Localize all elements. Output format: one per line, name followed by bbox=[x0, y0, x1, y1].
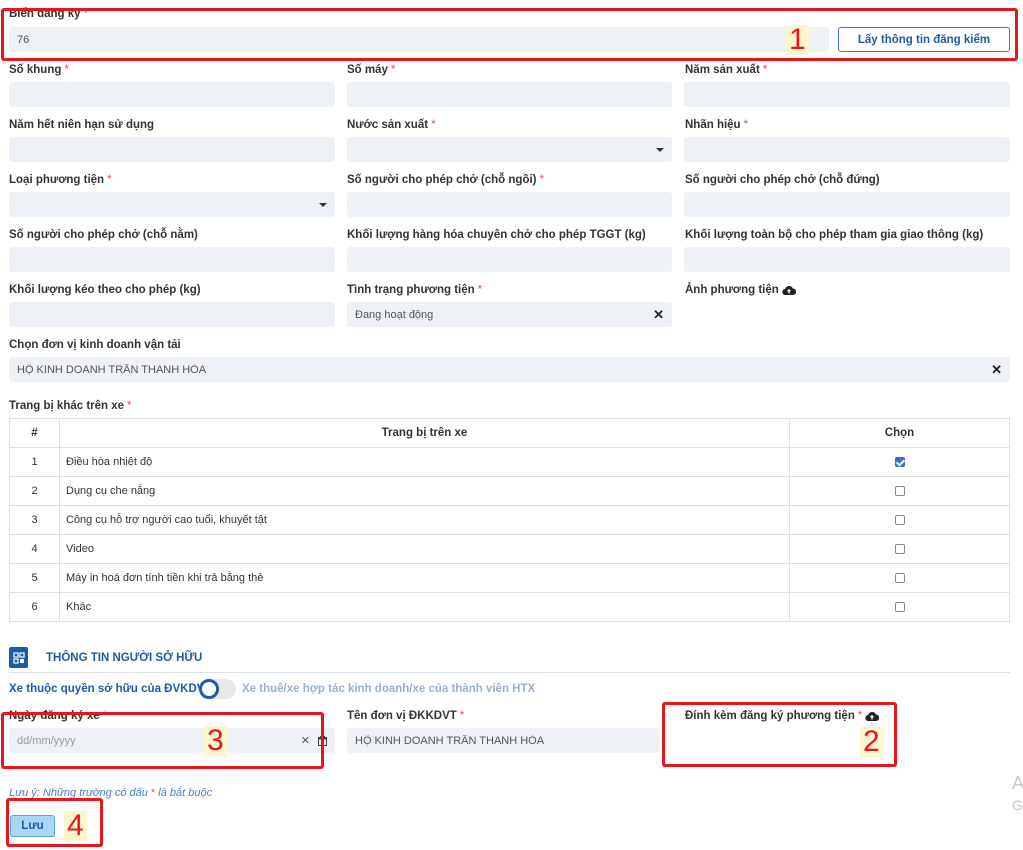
row-checkbox[interactable] bbox=[894, 486, 905, 497]
reg-date-label: Ngày đăng ký xe * bbox=[9, 710, 108, 722]
col-header-equipment: Trang bị trên xe bbox=[59, 418, 790, 448]
col-header-number: # bbox=[9, 418, 60, 448]
vehicle-type-label: Loại phương tiện * bbox=[9, 174, 112, 186]
row-checkbox[interactable] bbox=[894, 602, 905, 613]
clear-date-icon[interactable]: ✕ bbox=[301, 734, 310, 747]
caret-down-icon bbox=[319, 202, 327, 207]
required-note: Lưu ý: Những trường có dấu * là bắt buộc bbox=[9, 787, 213, 799]
brand-input[interactable] bbox=[684, 137, 1010, 162]
toggle-knob bbox=[199, 679, 219, 699]
ownership-toggle[interactable] bbox=[199, 679, 236, 699]
row-equipment-name: Điều hòa nhiệt độ bbox=[59, 447, 790, 477]
annotation-label-4: 4 bbox=[64, 811, 87, 841]
calendar-icon[interactable] bbox=[318, 735, 327, 746]
clear-icon[interactable]: ✕ bbox=[991, 362, 1002, 378]
seats-sitting-label: Số người cho phép chở (chỗ ngồi) * bbox=[347, 174, 544, 186]
cargo-weight-label: Khối lượng hàng hóa chuyên chở cho phép … bbox=[347, 229, 646, 241]
seats-standing-label: Số người cho phép chở (chỗ đứng) bbox=[685, 174, 880, 186]
row-checkbox[interactable] bbox=[894, 573, 905, 584]
equipment-table: # Trang bị trên xe Chọn 1 Điều hòa nhiệt… bbox=[9, 418, 1010, 622]
toggle-left-label: Xe thuộc quyền sở hữu của ĐVKDVT bbox=[9, 683, 212, 695]
grid-icon bbox=[12, 651, 25, 664]
total-weight-label: Khối lượng toàn bộ cho phép tham gia gia… bbox=[685, 229, 984, 241]
row-equipment-name: Công cụ hỗ trợ người cao tuổi, khuyết tậ… bbox=[59, 505, 790, 535]
expiry-year-input[interactable] bbox=[9, 137, 335, 162]
section-icon bbox=[9, 647, 28, 668]
annotation-label-2: 2 bbox=[860, 727, 883, 757]
total-weight-input[interactable] bbox=[684, 247, 1010, 272]
expiry-year-label: Năm hết niên hạn sử dụng bbox=[9, 119, 155, 131]
table-header-row: # Trang bị trên xe Chọn bbox=[9, 418, 1010, 448]
row-number: 6 bbox=[9, 592, 60, 622]
row-number: 4 bbox=[9, 534, 60, 564]
seats-lying-input[interactable] bbox=[9, 247, 335, 272]
table-row: 5 Máy in hoá đơn tính tiền khi trả bằng … bbox=[9, 563, 1010, 593]
fetch-registry-button[interactable]: Lấy thông tin đăng kiểm bbox=[838, 27, 1010, 52]
table-row: 2 Dụng cụ che nắng bbox=[9, 476, 1010, 506]
annotation-label-1: 1 bbox=[786, 25, 809, 55]
section-divider bbox=[9, 672, 1010, 673]
brand-label: Nhãn hiệu * bbox=[685, 119, 749, 131]
status-select[interactable]: Đang hoạt động ✕ bbox=[347, 302, 672, 327]
cloud-upload-icon bbox=[782, 285, 796, 295]
seats-sitting-input[interactable] bbox=[347, 192, 672, 217]
table-row: 4 Video bbox=[9, 534, 1010, 564]
attach-registration[interactable]: Đính kèm đăng ký phương tiện * bbox=[685, 710, 880, 722]
tow-weight-label: Khối lượng kéo theo cho phép (kg) bbox=[9, 284, 201, 296]
row-number: 3 bbox=[9, 505, 60, 535]
cloud-upload-icon bbox=[865, 711, 880, 721]
engine-label: Số máy * bbox=[347, 64, 396, 76]
equipment-label: Trang bị khác trên xe * bbox=[9, 400, 132, 412]
plate-input[interactable]: 76 bbox=[9, 27, 829, 52]
watermark-letter: A bbox=[1012, 773, 1023, 793]
chassis-input[interactable] bbox=[9, 82, 335, 107]
seats-lying-label: Số người cho phép chở (chỗ nằm) bbox=[9, 229, 198, 241]
chassis-label: Số khung * bbox=[9, 64, 69, 76]
row-equipment-name: Dụng cụ che nắng bbox=[59, 476, 790, 506]
row-checkbox[interactable] bbox=[894, 544, 905, 555]
business-unit-label: Chọn đơn vị kinh doanh vận tải bbox=[9, 339, 181, 351]
owner-section-title: THÔNG TIN NGƯỜI SỞ HỮU bbox=[46, 652, 203, 664]
annotation-label-3: 3 bbox=[204, 726, 227, 756]
row-number: 1 bbox=[9, 447, 60, 477]
unit-name-label: Tên đơn vị ĐKKDVT * bbox=[347, 710, 465, 722]
row-checkbox[interactable] bbox=[894, 515, 905, 526]
watermark-letter: G bbox=[1012, 797, 1023, 813]
reg-date-input[interactable]: dd/mm/yyyy ✕ bbox=[9, 728, 335, 753]
business-unit-select[interactable]: HỘ KINH DOANH TRẦN THANH HÒA ✕ bbox=[9, 357, 1010, 382]
unit-name-input[interactable]: HỘ KINH DOANH TRẦN THANH HÒA bbox=[347, 728, 659, 753]
mfg-year-label: Năm sản xuất * bbox=[685, 64, 768, 76]
row-equipment-name: Video bbox=[59, 534, 790, 564]
photo-upload[interactable]: Ảnh phương tiện bbox=[685, 284, 796, 296]
plate-label: Biển đăng ký * bbox=[9, 8, 89, 20]
col-header-select: Chọn bbox=[789, 418, 1010, 448]
country-label: Nước sản xuất * bbox=[347, 119, 436, 131]
row-number: 2 bbox=[9, 476, 60, 506]
clear-icon[interactable]: ✕ bbox=[653, 307, 664, 323]
status-label: Tình trạng phương tiện * bbox=[347, 284, 483, 296]
caret-down-icon bbox=[656, 147, 664, 152]
row-equipment-name: Khác bbox=[59, 592, 790, 622]
save-button[interactable]: Lưu bbox=[10, 815, 55, 837]
row-number: 5 bbox=[9, 563, 60, 593]
table-row: 1 Điều hòa nhiệt độ bbox=[9, 447, 1010, 477]
table-row: 3 Công cụ hỗ trợ người cao tuổi, khuyết … bbox=[9, 505, 1010, 535]
mfg-year-input[interactable] bbox=[684, 82, 1010, 107]
tow-weight-input[interactable] bbox=[9, 302, 335, 327]
vehicle-type-select[interactable] bbox=[9, 192, 335, 217]
table-row: 6 Khác bbox=[9, 592, 1010, 622]
row-equipment-name: Máy in hoá đơn tính tiền khi trả bằng th… bbox=[59, 563, 790, 593]
row-checkbox[interactable] bbox=[894, 457, 905, 468]
cargo-weight-input[interactable] bbox=[347, 247, 672, 272]
engine-input[interactable] bbox=[347, 82, 672, 107]
country-select[interactable] bbox=[347, 137, 672, 162]
seats-standing-input[interactable] bbox=[684, 192, 1010, 217]
toggle-right-label: Xe thuê/xe hợp tác kinh doanh/xe của thà… bbox=[242, 683, 536, 695]
